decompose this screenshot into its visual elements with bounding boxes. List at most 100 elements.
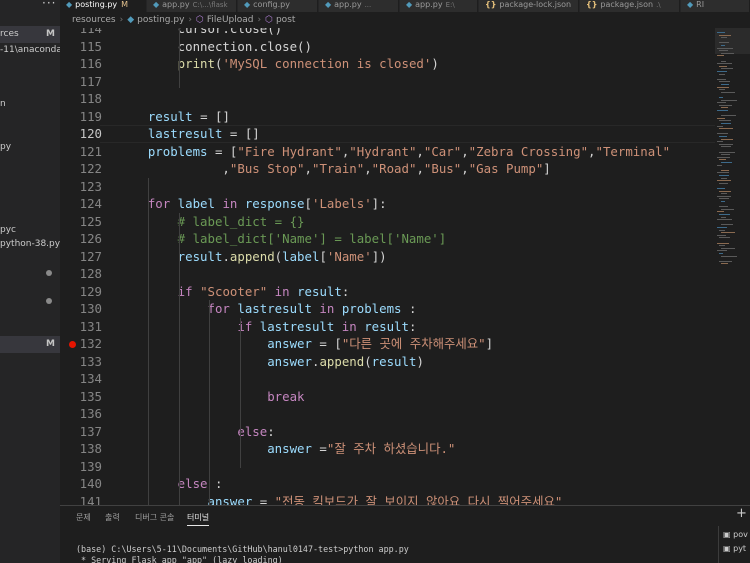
code-line[interactable]: 140 else : (60, 475, 715, 493)
line-number: 118 (79, 91, 102, 106)
minimap-line (717, 227, 727, 228)
explorer-item[interactable]: py (0, 139, 60, 156)
line-number: 114 (79, 28, 102, 36)
code-token: ] (485, 336, 494, 351)
tab-problems[interactable]: 문제 (76, 512, 91, 523)
line-number: 129 (79, 283, 102, 299)
terminal-list-item[interactable]: ▣ pyt (723, 544, 746, 553)
tab-app-py[interactable]: ◆ app.py... (319, 0, 399, 12)
code-line[interactable]: 136 (60, 405, 715, 423)
add-terminal-icon[interactable]: + (736, 506, 747, 521)
line-number: 132 (79, 336, 102, 351)
modified-marker: M (46, 339, 55, 349)
tab-overflow[interactable]: ◆ RI (681, 0, 750, 12)
code-token: in (311, 301, 335, 316)
code-token: response (237, 196, 305, 211)
code-line[interactable]: 134 (60, 370, 715, 388)
tab-config-py[interactable]: ◆ config.py (238, 0, 318, 12)
line-number: 119 (79, 108, 102, 124)
terminal-list-item[interactable]: ▣ pov (723, 530, 748, 539)
python-icon: ◆ (244, 0, 251, 9)
tab-terminal[interactable]: 터미널 (187, 512, 210, 526)
code-line[interactable]: 138 answer ="잘 주차 하셨습니다." (60, 440, 715, 458)
minimap-line (721, 208, 734, 210)
breadcrumb-method[interactable]: post (276, 15, 295, 25)
code-line[interactable]: 139 (60, 458, 715, 476)
code-line[interactable]: 129 if "Scooter" in result: (60, 283, 715, 301)
explorer-item-label: -11\anaconda3\ (0, 45, 60, 55)
line-number: 127 (79, 248, 102, 264)
code-line[interactable]: 137 else: (60, 423, 715, 441)
code-token: print (118, 56, 215, 71)
explorer-item[interactable]: n (0, 96, 60, 113)
minimap[interactable] (715, 28, 750, 505)
code-text: else : (118, 475, 223, 493)
line-number: 134 (79, 371, 102, 386)
code-line[interactable]: 127 result.append(label['Name']) (60, 248, 715, 266)
code-token: : (408, 318, 417, 334)
breadcrumb-file[interactable]: posting.py (137, 15, 184, 25)
minimap-line (721, 169, 729, 171)
tab-app-py-flask[interactable]: ◆ app.py C:\...\flask (147, 0, 237, 12)
json-icon: {} (485, 0, 497, 9)
minimap-line (717, 180, 731, 182)
code-line[interactable]: 133 answer.append(result) (60, 353, 715, 371)
tab-package-lock-json[interactable]: {} package-lock.json (479, 0, 579, 12)
code-text: answer = ["다른 곳에 주차해주세요"] (118, 335, 493, 353)
tab-posting-py[interactable]: ◆ posting.py M (60, 0, 146, 12)
code-line[interactable]: 124 for label in response['Labels']: (60, 195, 715, 213)
code-token: , (416, 161, 424, 176)
code-line[interactable]: 119 result = [] (60, 108, 715, 126)
code-line[interactable]: 131 if lastresult in result: (60, 318, 715, 336)
code-line[interactable]: 123 (60, 178, 715, 196)
code-editor[interactable]: 114 cursor.close() 115 connection.close()… (60, 28, 715, 505)
code-line[interactable]: 115 connection.close() (60, 38, 715, 56)
code-token: : (401, 301, 417, 316)
breadcrumb-class[interactable]: FileUpload (207, 15, 254, 25)
code-line[interactable]: 128 (60, 265, 715, 283)
explorer-item[interactable]: python-38.pyc (0, 236, 60, 253)
minimap-line (721, 154, 730, 156)
minimap-line (721, 224, 733, 226)
code-text: lastresult = [] (118, 125, 260, 143)
explorer-item-label: rces (0, 29, 19, 39)
code-line[interactable]: 116 print('MySQL connection is closed') (60, 55, 715, 73)
breadcrumb-folder[interactable]: resources (72, 15, 116, 25)
line-number: 133 (79, 353, 102, 369)
code-line[interactable]: 118 (60, 90, 715, 108)
code-line[interactable]: 114 cursor.close() (60, 28, 715, 38)
code-text: break (118, 388, 304, 406)
minimap-line (719, 81, 730, 83)
minimap-line (719, 104, 732, 106)
tab-output[interactable]: 출력 (105, 512, 120, 523)
code-token: [ (319, 248, 327, 264)
code-line[interactable]: 126 # label_dict['Name'] = label['Name'] (60, 230, 715, 248)
code-token: in (334, 318, 357, 334)
code-token: append (229, 248, 275, 264)
code-text: result.append(label['Name']) (118, 248, 387, 266)
tab-package-json[interactable]: {} package.json .\ (580, 0, 680, 12)
explorer-item[interactable]: rces M (0, 26, 60, 43)
code-token: ( (364, 353, 372, 369)
code-line[interactable]: 122 ,"Bus Stop","Train","Road","Bus","Ga… (60, 160, 715, 178)
code-line[interactable]: 141 answer = "전동 킥보드가 잘 보이지 않아요 다시 찍어주세요… (60, 493, 715, 506)
tab-app-py-e[interactable]: ◆ app.py E:\ (400, 0, 478, 12)
more-actions-icon[interactable]: ··· (42, 0, 56, 10)
code-line[interactable]: 125 # label_dict = {} (60, 213, 715, 231)
code-line[interactable]: 121 problems = ["Fire Hydrant","Hydrant"… (60, 143, 715, 161)
code-line[interactable]: 120 lastresult = [] (60, 125, 715, 143)
explorer-item[interactable]: -11\anaconda3\ (0, 42, 60, 59)
json-icon: {} (586, 0, 598, 9)
code-token: result (118, 108, 193, 124)
code-line[interactable]: 135 break (60, 388, 715, 406)
bottom-panel: 문제 출력 디버그 콘솔 터미널 + (base) C:\Users\5-11\… (60, 505, 750, 563)
minimap-line (719, 245, 725, 247)
code-line[interactable]: 130 for lastresult in problems : (60, 300, 715, 318)
code-line[interactable]: 117 (60, 73, 715, 91)
minimap-line (719, 260, 732, 262)
code-line[interactable]: 132 answer = ["다른 곳에 주차해주세요"] (60, 335, 715, 353)
explorer-item[interactable]: M (0, 336, 60, 353)
modified-marker: M (46, 29, 55, 39)
tab-debug-console[interactable]: 디버그 콘솔 (135, 512, 174, 523)
breadcrumb: resources › ◆ posting.py › ⬡ FileUpload › ⬡ post (60, 12, 750, 28)
